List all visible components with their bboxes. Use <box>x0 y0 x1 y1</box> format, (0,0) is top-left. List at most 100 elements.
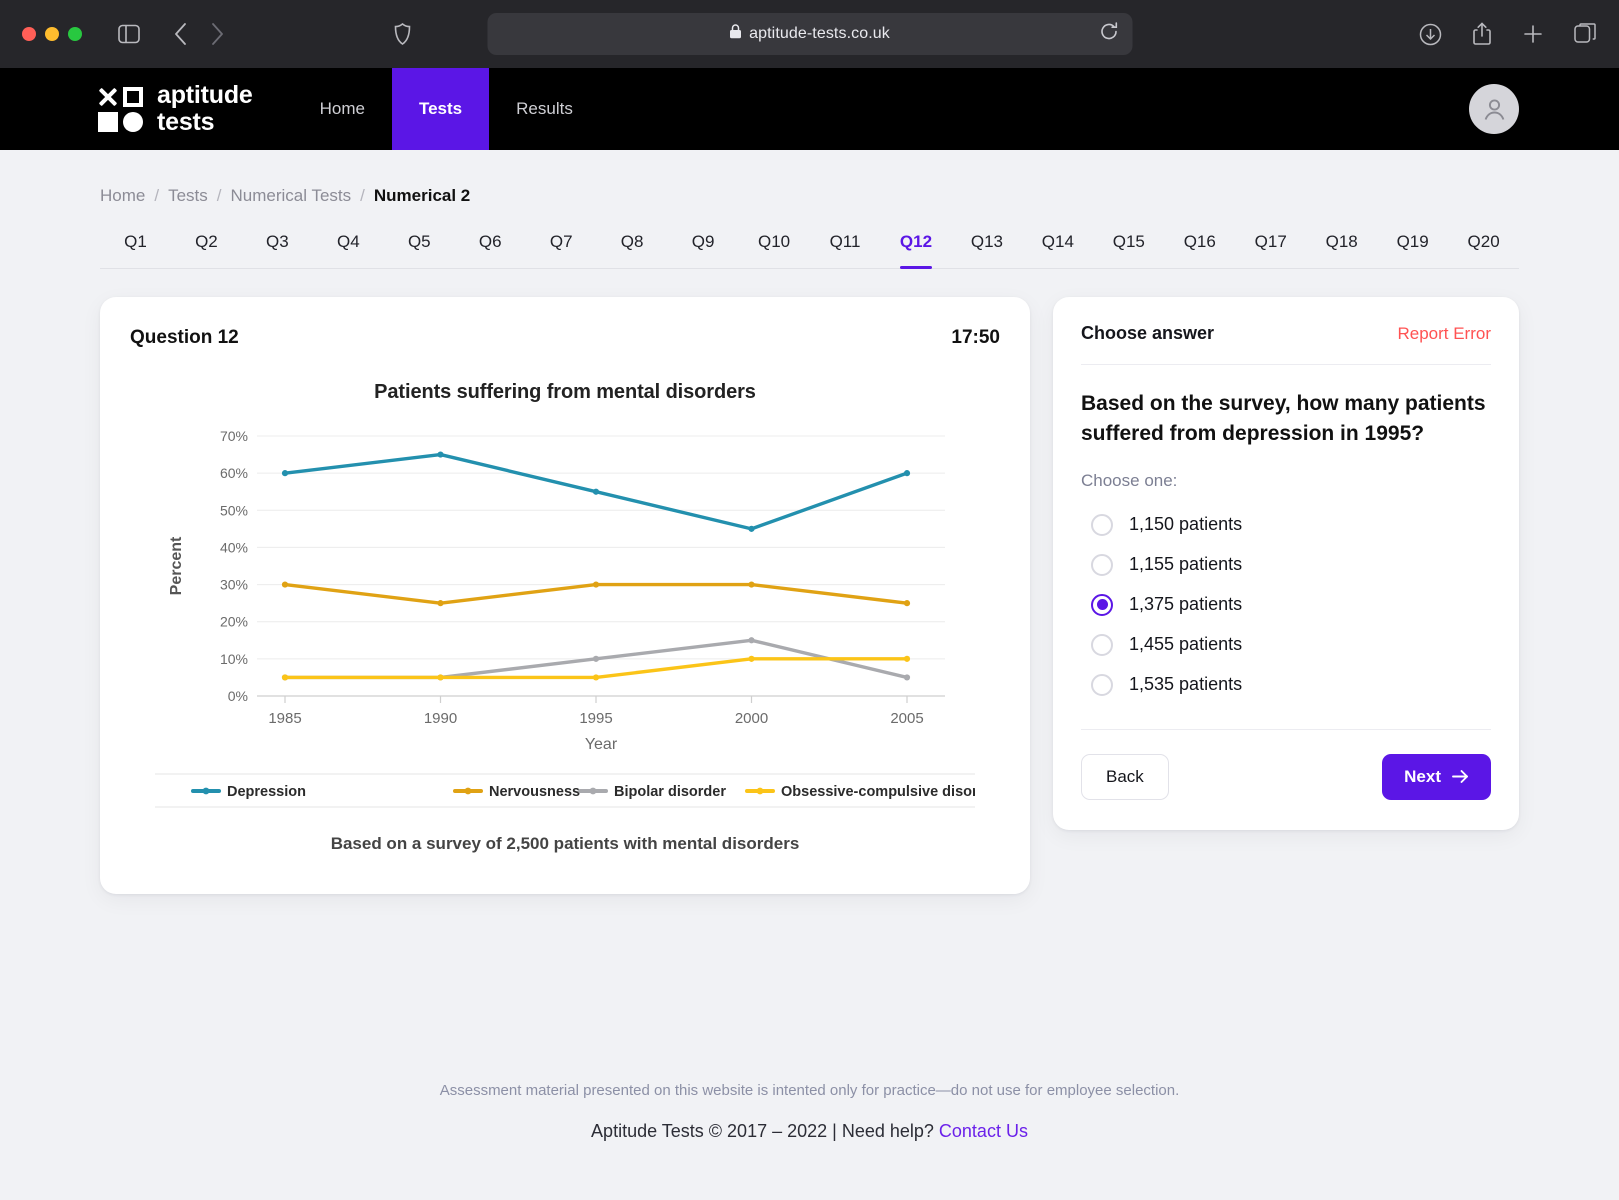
radio-button-1[interactable] <box>1091 514 1113 536</box>
maximize-window-button[interactable] <box>68 27 82 41</box>
browser-nav-arrows[interactable] <box>174 23 224 45</box>
reload-icon[interactable] <box>1099 22 1118 46</box>
answer-panel-header: Choose answer Report Error <box>1081 323 1491 344</box>
answer-panel-footer: Back Next <box>1081 729 1491 800</box>
share-icon[interactable] <box>1472 22 1492 46</box>
question-tab-q14[interactable]: Q14 <box>1022 232 1093 268</box>
chart-data-point <box>904 674 910 680</box>
question-tab-q2[interactable]: Q2 <box>171 232 242 268</box>
contact-us-link[interactable]: Contact Us <box>939 1121 1028 1141</box>
breadcrumb-item-home[interactable]: Home <box>100 186 145 206</box>
page-body: Home / Tests / Numerical Tests / Numeric… <box>0 150 1619 1200</box>
user-avatar-icon <box>1481 96 1508 123</box>
footer-copyright: Aptitude Tests © 2017 – 2022 | Need help… <box>0 1121 1619 1142</box>
lock-icon <box>729 24 741 44</box>
question-tab-q20[interactable]: Q20 <box>1448 232 1519 268</box>
forward-chevron-icon[interactable] <box>211 23 224 45</box>
breadcrumb-item-tests[interactable]: Tests <box>168 186 208 206</box>
x-axis-tick-label: 1995 <box>579 710 612 727</box>
radio-button-5[interactable] <box>1091 674 1113 696</box>
answer-option-1[interactable]: 1,150 patients <box>1081 505 1491 545</box>
question-tab-q3[interactable]: Q3 <box>242 232 313 268</box>
chart-data-point <box>437 674 443 680</box>
chart-data-point <box>593 489 599 495</box>
x-axis-tick-label: 2000 <box>735 710 768 727</box>
answer-panel: Choose answer Report Error Based on the … <box>1053 297 1519 830</box>
minimize-window-button[interactable] <box>45 27 59 41</box>
report-error-link[interactable]: Report Error <box>1397 324 1491 344</box>
sidebar-toggle-icon[interactable] <box>118 24 140 44</box>
question-number: Question 12 <box>130 327 239 349</box>
question-tab-q18[interactable]: Q18 <box>1306 232 1377 268</box>
chart-title: Patients suffering from mental disorders <box>130 381 1000 404</box>
question-tab-q5[interactable]: Q5 <box>384 232 455 268</box>
question-tab-q17[interactable]: Q17 <box>1235 232 1306 268</box>
nav-item-tests[interactable]: Tests <box>392 68 489 150</box>
question-tab-q11[interactable]: Q11 <box>810 232 881 268</box>
logo-circle-icon <box>123 112 143 132</box>
nav-item-results[interactable]: Results <box>489 68 600 150</box>
question-tab-q4[interactable]: Q4 <box>313 232 384 268</box>
question-tab-q13[interactable]: Q13 <box>951 232 1022 268</box>
chart-data-point <box>904 600 910 606</box>
radio-button-3[interactable] <box>1091 594 1113 616</box>
chart-data-point <box>437 600 443 606</box>
answer-option-label: 1,455 patients <box>1129 634 1242 655</box>
y-axis-tick-label: 10% <box>220 651 248 667</box>
question-tab-q16[interactable]: Q16 <box>1164 232 1235 268</box>
nav-item-home[interactable]: Home <box>293 68 392 150</box>
brand-logo[interactable]: aptitude tests <box>0 68 263 150</box>
back-button[interactable]: Back <box>1081 754 1169 800</box>
breadcrumb: Home / Tests / Numerical Tests / Numeric… <box>100 186 1519 206</box>
radio-button-4[interactable] <box>1091 634 1113 656</box>
chart-data-point <box>748 637 754 643</box>
answer-option-5[interactable]: 1,535 patients <box>1081 665 1491 705</box>
tab-overview-icon[interactable] <box>1574 23 1597 45</box>
arrow-right-icon <box>1452 769 1469 784</box>
shield-icon[interactable] <box>394 23 411 45</box>
question-tab-q8[interactable]: Q8 <box>597 232 668 268</box>
question-tab-q10[interactable]: Q10 <box>739 232 810 268</box>
question-tab-q6[interactable]: Q6 <box>455 232 526 268</box>
chart-legend-item: Nervousness <box>455 784 580 800</box>
answer-panel-title: Choose answer <box>1081 323 1214 344</box>
back-chevron-icon[interactable] <box>174 23 187 45</box>
chart-plot: 0%10%20%30%40%50%60%70%19851990199520002… <box>155 418 975 808</box>
answer-option-3[interactable]: 1,375 patients <box>1081 585 1491 625</box>
question-tab-q1[interactable]: Q1 <box>100 232 171 268</box>
answer-option-4[interactable]: 1,455 patients <box>1081 625 1491 665</box>
y-axis-tick-label: 70% <box>220 428 248 444</box>
brand-wordmark: aptitude tests <box>157 82 253 136</box>
breadcrumb-item-numerical-tests[interactable]: Numerical Tests <box>231 186 352 206</box>
breadcrumb-separator: / <box>360 186 365 206</box>
question-tab-q15[interactable]: Q15 <box>1093 232 1164 268</box>
answer-option-2[interactable]: 1,155 patients <box>1081 545 1491 585</box>
y-axis-tick-label: 20% <box>220 614 248 630</box>
plus-icon[interactable] <box>1522 23 1544 45</box>
y-axis-tick-label: 50% <box>220 502 248 518</box>
radio-button-2[interactable] <box>1091 554 1113 576</box>
question-tab-q12[interactable]: Q12 <box>880 232 951 268</box>
timer: 17:50 <box>951 327 1000 349</box>
x-axis-tick-label: 1990 <box>424 710 457 727</box>
avatar[interactable] <box>1469 84 1519 134</box>
window-traffic-lights[interactable] <box>22 27 82 41</box>
chart-data-point <box>904 470 910 476</box>
x-axis-tick-label: 2005 <box>890 710 923 727</box>
chart-data-point <box>904 656 910 662</box>
question-tab-q19[interactable]: Q19 <box>1377 232 1448 268</box>
answer-options: 1,150 patients1,155 patients 1,375 patien… <box>1081 505 1491 705</box>
download-icon[interactable] <box>1419 23 1442 46</box>
question-tab-q7[interactable]: Q7 <box>526 232 597 268</box>
question-tab-q9[interactable]: Q9 <box>668 232 739 268</box>
close-window-button[interactable] <box>22 27 36 41</box>
answer-option-label: 1,375 patients <box>1129 594 1242 615</box>
question-card: Question 12 17:50 Patients suffering fro… <box>100 297 1030 894</box>
chart-legend-label: Depression <box>227 784 306 800</box>
next-button[interactable]: Next <box>1382 754 1491 800</box>
chart-data-point <box>437 451 443 457</box>
main-content: Question 12 17:50 Patients suffering fro… <box>100 297 1519 894</box>
address-bar[interactable]: aptitude-tests.co.uk <box>487 13 1132 55</box>
chart-data-point <box>282 470 288 476</box>
y-axis-label: Percent <box>168 536 185 595</box>
